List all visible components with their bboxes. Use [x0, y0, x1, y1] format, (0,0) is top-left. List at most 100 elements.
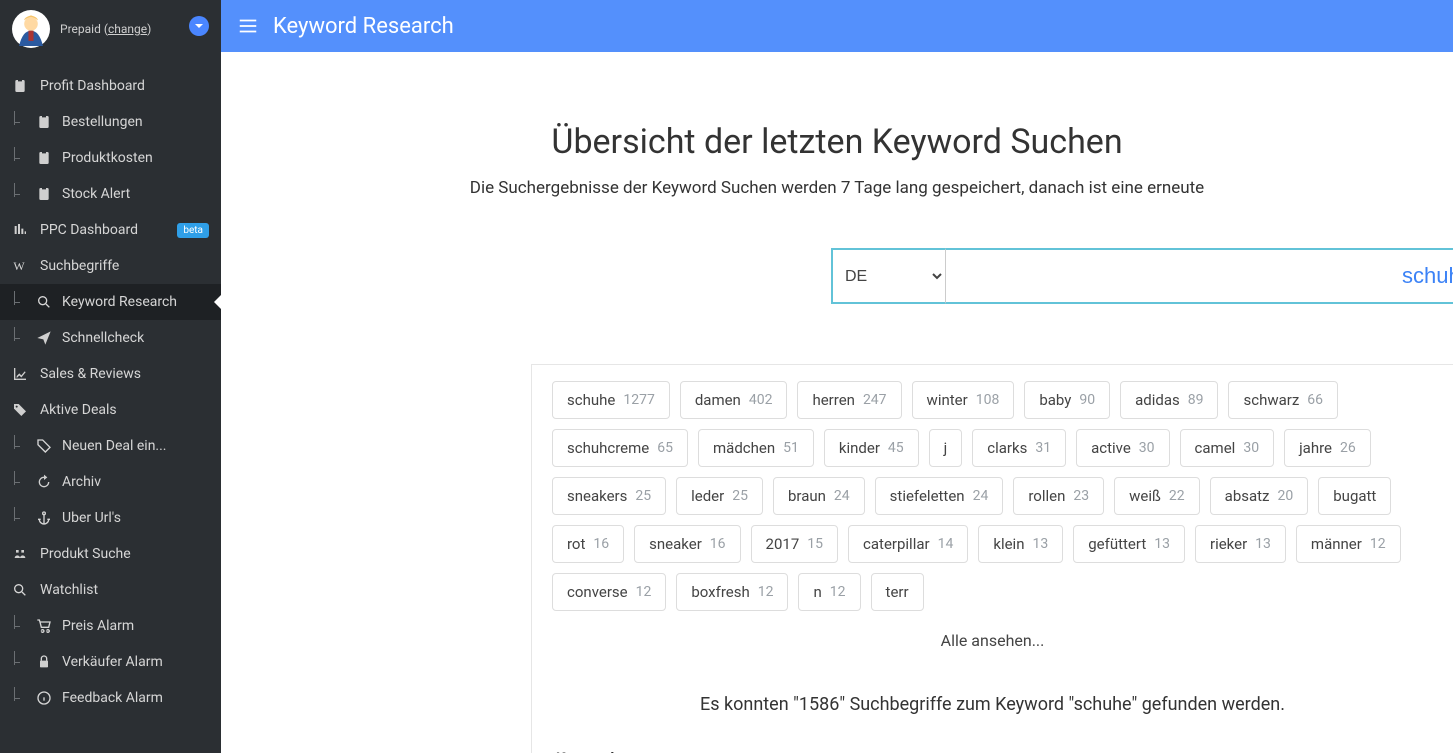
bars-icon — [12, 222, 28, 238]
keyword-tag[interactable]: schuhcreme65 — [552, 429, 688, 467]
keyword-tag[interactable]: baby90 — [1024, 381, 1110, 419]
keyword-tag[interactable]: klein13 — [978, 525, 1063, 563]
sidebar-item-produktkosten[interactable]: Produktkosten — [0, 140, 221, 176]
sidebar-item-label: Bestellungen — [62, 114, 143, 130]
tag-label: baby — [1039, 391, 1071, 409]
tag-label: gefüttert — [1088, 535, 1146, 553]
keyword-tag[interactable]: damen402 — [680, 381, 788, 419]
keyword-tag[interactable]: active30 — [1076, 429, 1169, 467]
tag-count: 16 — [710, 536, 726, 552]
lock-icon — [36, 654, 52, 670]
sidebar-item-bestellungen[interactable]: Bestellungen — [0, 104, 221, 140]
tag-label: sneakers — [567, 487, 627, 505]
locale-select[interactable]: DE — [831, 248, 945, 304]
clipboard-icon — [12, 78, 28, 94]
tag-label: winter — [927, 391, 968, 409]
see-all-link[interactable]: Alle ansehen... — [552, 623, 1433, 654]
keyword-tag[interactable]: caterpillar14 — [848, 525, 968, 563]
tag-label: weiß — [1129, 487, 1161, 505]
sidebar-item-produkt-suche[interactable]: Produkt Suche — [0, 536, 221, 572]
keyword-tag[interactable]: gefüttert13 — [1073, 525, 1185, 563]
sidebar-item-sales-reviews[interactable]: Sales & Reviews — [0, 356, 221, 392]
keyword-tag[interactable]: rot16 — [552, 525, 624, 563]
keyword-tag[interactable]: männer12 — [1296, 525, 1401, 563]
sidebar-item-profit-dashboard[interactable]: Profit Dashboard — [0, 68, 221, 104]
keyword-tag[interactable]: bugatt — [1318, 477, 1391, 515]
tag-label: klein — [993, 535, 1024, 553]
chart-icon — [12, 366, 28, 382]
keyword-tag[interactable]: sneakers 25 — [552, 477, 666, 515]
tag-count: 12 — [636, 584, 652, 600]
keyword-table: Keyword schuheschuhe damen herbst — [552, 739, 1433, 753]
keyword-tag[interactable]: terr — [871, 573, 924, 611]
tag-label: boxfresh — [691, 583, 749, 601]
keyword-tag[interactable]: schuhe1277 — [552, 381, 670, 419]
sidebar-item-schnellcheck[interactable]: Schnellcheck — [0, 320, 221, 356]
tag-label: adidas — [1135, 391, 1180, 409]
tree-connector-icon — [14, 117, 26, 127]
keyword-tag[interactable]: converse12 — [552, 573, 666, 611]
sidebar-item-label: Uber Url's — [62, 510, 121, 526]
tag-count: 108 — [976, 392, 1000, 408]
sidebar-item-preis-alarm[interactable]: Preis Alarm — [0, 608, 221, 644]
keyword-tag[interactable]: 201715 — [751, 525, 838, 563]
sidebar-item-suchbegriffe[interactable]: WSuchbegriffe — [0, 248, 221, 284]
sidebar-item-label: Watchlist — [40, 582, 98, 598]
sidebar-item-archiv[interactable]: Archiv — [0, 464, 221, 500]
keyword-tag[interactable]: j — [929, 429, 963, 467]
keyword-tag[interactable]: adidas89 — [1120, 381, 1218, 419]
keyword-tag[interactable]: boxfresh 12 — [676, 573, 788, 611]
keyword-tag[interactable]: clarks31 — [972, 429, 1066, 467]
keyword-tag[interactable]: n12 — [798, 573, 860, 611]
menu-toggle-icon[interactable] — [237, 15, 259, 37]
sidebar-item-neuen-deal-ein[interactable]: Neuen Deal ein... — [0, 428, 221, 464]
tag-label: sneaker — [649, 535, 702, 553]
sidebar-item-label: Aktive Deals — [40, 402, 117, 418]
cart-icon — [36, 618, 52, 634]
tag-count: 31 — [1035, 440, 1051, 456]
sidebar-item-label: Keyword Research — [62, 294, 177, 310]
tag-label: bugatt — [1333, 487, 1376, 505]
sidebar-item-watchlist[interactable]: Watchlist — [0, 572, 221, 608]
keyword-tag[interactable]: kinder45 — [824, 429, 919, 467]
tag-label: rollen — [1028, 487, 1065, 505]
sidebar-item-uber-url-s[interactable]: Uber Url's — [0, 500, 221, 536]
tag-count: 12 — [1370, 536, 1386, 552]
keyword-tag[interactable]: herren247 — [797, 381, 901, 419]
sidebar-item-verk-ufer-alarm[interactable]: Verkäufer Alarm — [0, 644, 221, 680]
tag-cloud: schuhe1277 damen402herren247 winter 108 baby… — [552, 381, 1433, 611]
sidebar-item-ppc-dashboard[interactable]: PPC Dashboardbeta — [0, 212, 221, 248]
keyword-tag[interactable]: absatz20 — [1210, 477, 1309, 515]
sidebar-item-keyword-research[interactable]: Keyword Research — [0, 284, 221, 320]
change-link[interactable]: change — [108, 22, 147, 36]
sidebar-item-aktive-deals[interactable]: Aktive Deals — [0, 392, 221, 428]
keyword-tag[interactable]: sneaker 16 — [634, 525, 740, 563]
tag-label: 2017 — [766, 535, 800, 553]
sidebar-header: Prepaid (change) — [0, 0, 221, 58]
keyword-tag[interactable]: stiefeletten24 — [875, 477, 1004, 515]
keyword-tag[interactable]: rollen23 — [1013, 477, 1104, 515]
keyword-tag[interactable]: leder25 — [676, 477, 763, 515]
keyword-tag[interactable]: jahre26 — [1284, 429, 1371, 467]
tag-label: leder — [691, 487, 724, 505]
sidebar-item-feedback-alarm[interactable]: Feedback Alarm — [0, 680, 221, 716]
avatar — [12, 10, 50, 48]
tag-label: braun — [788, 487, 826, 505]
tag-count: 25 — [635, 488, 651, 504]
keyword-tag[interactable]: winter 108 — [912, 381, 1015, 419]
keyword-tag[interactable]: weiß22 — [1114, 477, 1200, 515]
keyword-tag[interactable]: schwarz66 — [1228, 381, 1338, 419]
info-icon — [36, 690, 52, 706]
account-dropdown-toggle[interactable] — [189, 16, 209, 36]
tag-count: 12 — [758, 584, 774, 600]
anchor-icon — [36, 510, 52, 526]
sidebar-item-label: Produktkosten — [62, 150, 153, 166]
tag-count: 12 — [830, 584, 846, 600]
keyword-tag[interactable]: camel30 — [1180, 429, 1275, 467]
keyword-tag[interactable]: rieker13 — [1195, 525, 1286, 563]
tag-count: 66 — [1307, 392, 1323, 408]
keyword-tag[interactable]: mädchen51 — [698, 429, 814, 467]
keyword-tag[interactable]: braun24 — [773, 477, 865, 515]
keyword-search-input[interactable] — [945, 248, 1453, 304]
sidebar-item-stock-alert[interactable]: Stock Alert — [0, 176, 221, 212]
